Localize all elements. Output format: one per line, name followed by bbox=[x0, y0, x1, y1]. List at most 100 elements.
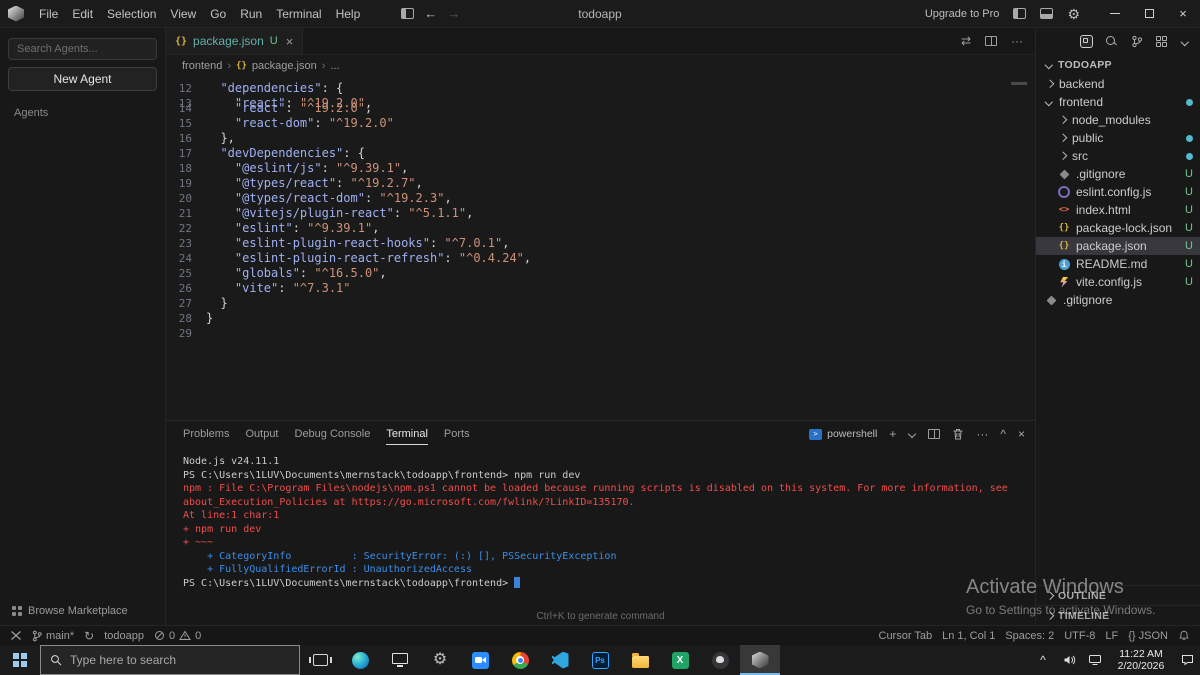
tree-item--gitignore[interactable]: .gitignore bbox=[1036, 291, 1200, 309]
vscode-app-button[interactable] bbox=[540, 645, 580, 675]
close-panel-icon[interactable]: × bbox=[1018, 427, 1025, 441]
menu-run[interactable]: Run bbox=[233, 4, 269, 24]
sync-icon[interactable]: ↻ bbox=[84, 629, 94, 643]
notifications-bell-icon[interactable] bbox=[1178, 629, 1190, 642]
search-agents-input[interactable] bbox=[8, 38, 157, 60]
tray-expand-button[interactable]: ^ bbox=[1030, 645, 1056, 675]
taskbar-search-box[interactable] bbox=[40, 645, 300, 675]
tree-item-index-html[interactable]: <> index.html U bbox=[1036, 201, 1200, 219]
github-app-button[interactable] bbox=[700, 645, 740, 675]
panel-tab-ports[interactable]: Ports bbox=[444, 423, 470, 445]
tree-item-vite-config-js[interactable]: vite.config.js U bbox=[1036, 273, 1200, 291]
terminal-content[interactable]: Node.js v24.11.1 PS C:\Users\1LUV\Documen… bbox=[166, 447, 1035, 590]
menu-help[interactable]: Help bbox=[329, 4, 368, 24]
editor-more-actions-icon[interactable]: ··· bbox=[1011, 34, 1023, 48]
tab-close-icon[interactable]: × bbox=[286, 34, 294, 49]
kill-terminal-icon[interactable] bbox=[952, 428, 964, 441]
new-agent-button[interactable]: New Agent bbox=[8, 67, 157, 91]
status-lf[interactable]: LF bbox=[1105, 630, 1118, 642]
status-cursor-tab[interactable]: Cursor Tab bbox=[879, 630, 933, 642]
split-terminal-icon[interactable] bbox=[928, 429, 941, 439]
taskbar-search-input[interactable] bbox=[70, 653, 270, 667]
settings-gear-icon[interactable]: ⚙ bbox=[1067, 7, 1080, 21]
task-view-button[interactable] bbox=[300, 645, 340, 675]
remote-indicator-icon[interactable] bbox=[10, 630, 22, 641]
tree-item-package-json[interactable]: {} package.json U bbox=[1036, 237, 1200, 255]
problems-status[interactable]: 0 0 bbox=[154, 630, 201, 642]
tree-item-backend[interactable]: backend bbox=[1036, 75, 1200, 93]
start-button[interactable] bbox=[0, 645, 40, 675]
panel-tab-terminal[interactable]: Terminal bbox=[386, 423, 428, 445]
tree-item-src[interactable]: src bbox=[1036, 147, 1200, 165]
menu-terminal[interactable]: Terminal bbox=[269, 4, 328, 24]
tree-item-package-lock-json[interactable]: {} package-lock.json U bbox=[1036, 219, 1200, 237]
tree-item-frontend[interactable]: frontend bbox=[1036, 93, 1200, 111]
menu-file[interactable]: File bbox=[32, 4, 65, 24]
display-app-button[interactable] bbox=[380, 645, 420, 675]
explorer-root-header[interactable]: TODOAPP bbox=[1036, 55, 1200, 75]
status-ln-1-col-1[interactable]: Ln 1, Col 1 bbox=[942, 630, 995, 642]
maximize-button[interactable] bbox=[1132, 0, 1166, 28]
code-area[interactable]: 12 "dependencies": {13 "react": "^19.2.0… bbox=[166, 77, 1035, 420]
breadcrumb-file[interactable]: package.json bbox=[252, 60, 317, 72]
sidebar-chevron-down-icon[interactable] bbox=[1180, 37, 1190, 47]
shell-chip[interactable]: > powershell bbox=[809, 428, 877, 440]
code-text: "vite": "^7.3.1" bbox=[206, 281, 351, 296]
split-editor-icon[interactable] bbox=[985, 36, 997, 46]
menu-go[interactable]: Go bbox=[203, 4, 233, 24]
toggle-sidebar-icon[interactable] bbox=[401, 8, 415, 19]
tree-item-readme-md[interactable]: i README.md U bbox=[1036, 255, 1200, 273]
breadcrumb-symbol[interactable]: ... bbox=[330, 60, 339, 72]
tree-item-public[interactable]: public bbox=[1036, 129, 1200, 147]
panel-tab-debug-console[interactable]: Debug Console bbox=[295, 423, 371, 445]
zoom-app-button[interactable] bbox=[460, 645, 500, 675]
file-explorer-button[interactable] bbox=[620, 645, 660, 675]
status--json[interactable]: {} JSON bbox=[1128, 630, 1168, 642]
action-center-button[interactable] bbox=[1174, 645, 1200, 675]
upgrade-to-pro-button[interactable]: Upgrade to Pro bbox=[925, 8, 1000, 20]
excel-app-button[interactable]: X bbox=[660, 645, 700, 675]
chrome-app-button[interactable] bbox=[500, 645, 540, 675]
layout-panel-icon[interactable] bbox=[1013, 8, 1027, 19]
status-spaces-2[interactable]: Spaces: 2 bbox=[1005, 630, 1054, 642]
back-icon[interactable]: ← bbox=[424, 7, 437, 20]
menu-edit[interactable]: Edit bbox=[65, 4, 100, 24]
panel-tab-problems[interactable]: Problems bbox=[183, 423, 229, 445]
terminal-profile-dropdown-icon[interactable] bbox=[908, 430, 916, 438]
tree-item-node-modules[interactable]: node_modules bbox=[1036, 111, 1200, 129]
forward-icon[interactable]: → bbox=[447, 7, 460, 20]
search-icon[interactable] bbox=[1106, 35, 1118, 48]
cursor-app-button[interactable] bbox=[740, 645, 780, 675]
terminal-more-actions-icon[interactable]: ··· bbox=[976, 427, 988, 441]
git-branch-status[interactable]: main* bbox=[32, 630, 74, 642]
network-button[interactable] bbox=[1082, 645, 1108, 675]
photoshop-app-button[interactable]: Ps bbox=[580, 645, 620, 675]
menu-view[interactable]: View bbox=[163, 4, 203, 24]
section-timeline[interactable]: TIMELINE bbox=[1036, 605, 1200, 625]
section-outline[interactable]: OUTLINE bbox=[1036, 585, 1200, 605]
source-control-icon[interactable] bbox=[1131, 35, 1143, 48]
code-token: : bbox=[364, 191, 380, 205]
toggle-panel-icon[interactable] bbox=[1040, 8, 1054, 19]
warnings-icon bbox=[179, 630, 191, 640]
project-status[interactable]: todoapp bbox=[104, 630, 144, 642]
edge-app-button[interactable] bbox=[340, 645, 380, 675]
status-utf-8[interactable]: UTF-8 bbox=[1064, 630, 1095, 642]
tab-package-json[interactable]: {} package.json U × bbox=[166, 28, 304, 54]
menu-selection[interactable]: Selection bbox=[100, 4, 163, 24]
clock[interactable]: 11:22 AM 2/20/2026 bbox=[1108, 648, 1174, 672]
tree-item--gitignore[interactable]: .gitignore U bbox=[1036, 165, 1200, 183]
settings-app-button[interactable]: ⚙ bbox=[420, 645, 460, 675]
breadcrumb-folder[interactable]: frontend bbox=[182, 60, 222, 72]
panel-tab-output[interactable]: Output bbox=[245, 423, 278, 445]
minimize-button[interactable] bbox=[1098, 0, 1132, 28]
extensions-icon[interactable] bbox=[1156, 36, 1167, 47]
volume-button[interactable] bbox=[1056, 645, 1082, 675]
compare-changes-icon[interactable]: ⇄ bbox=[961, 34, 971, 48]
new-terminal-icon[interactable]: + bbox=[889, 427, 896, 441]
explorer-view-icon[interactable] bbox=[1080, 35, 1093, 48]
tree-item-eslint-config-js[interactable]: eslint.config.js U bbox=[1036, 183, 1200, 201]
close-window-button[interactable]: × bbox=[1166, 0, 1200, 28]
maximize-panel-icon[interactable]: ^ bbox=[1000, 427, 1006, 441]
browse-marketplace-button[interactable]: Browse Marketplace bbox=[8, 605, 157, 617]
